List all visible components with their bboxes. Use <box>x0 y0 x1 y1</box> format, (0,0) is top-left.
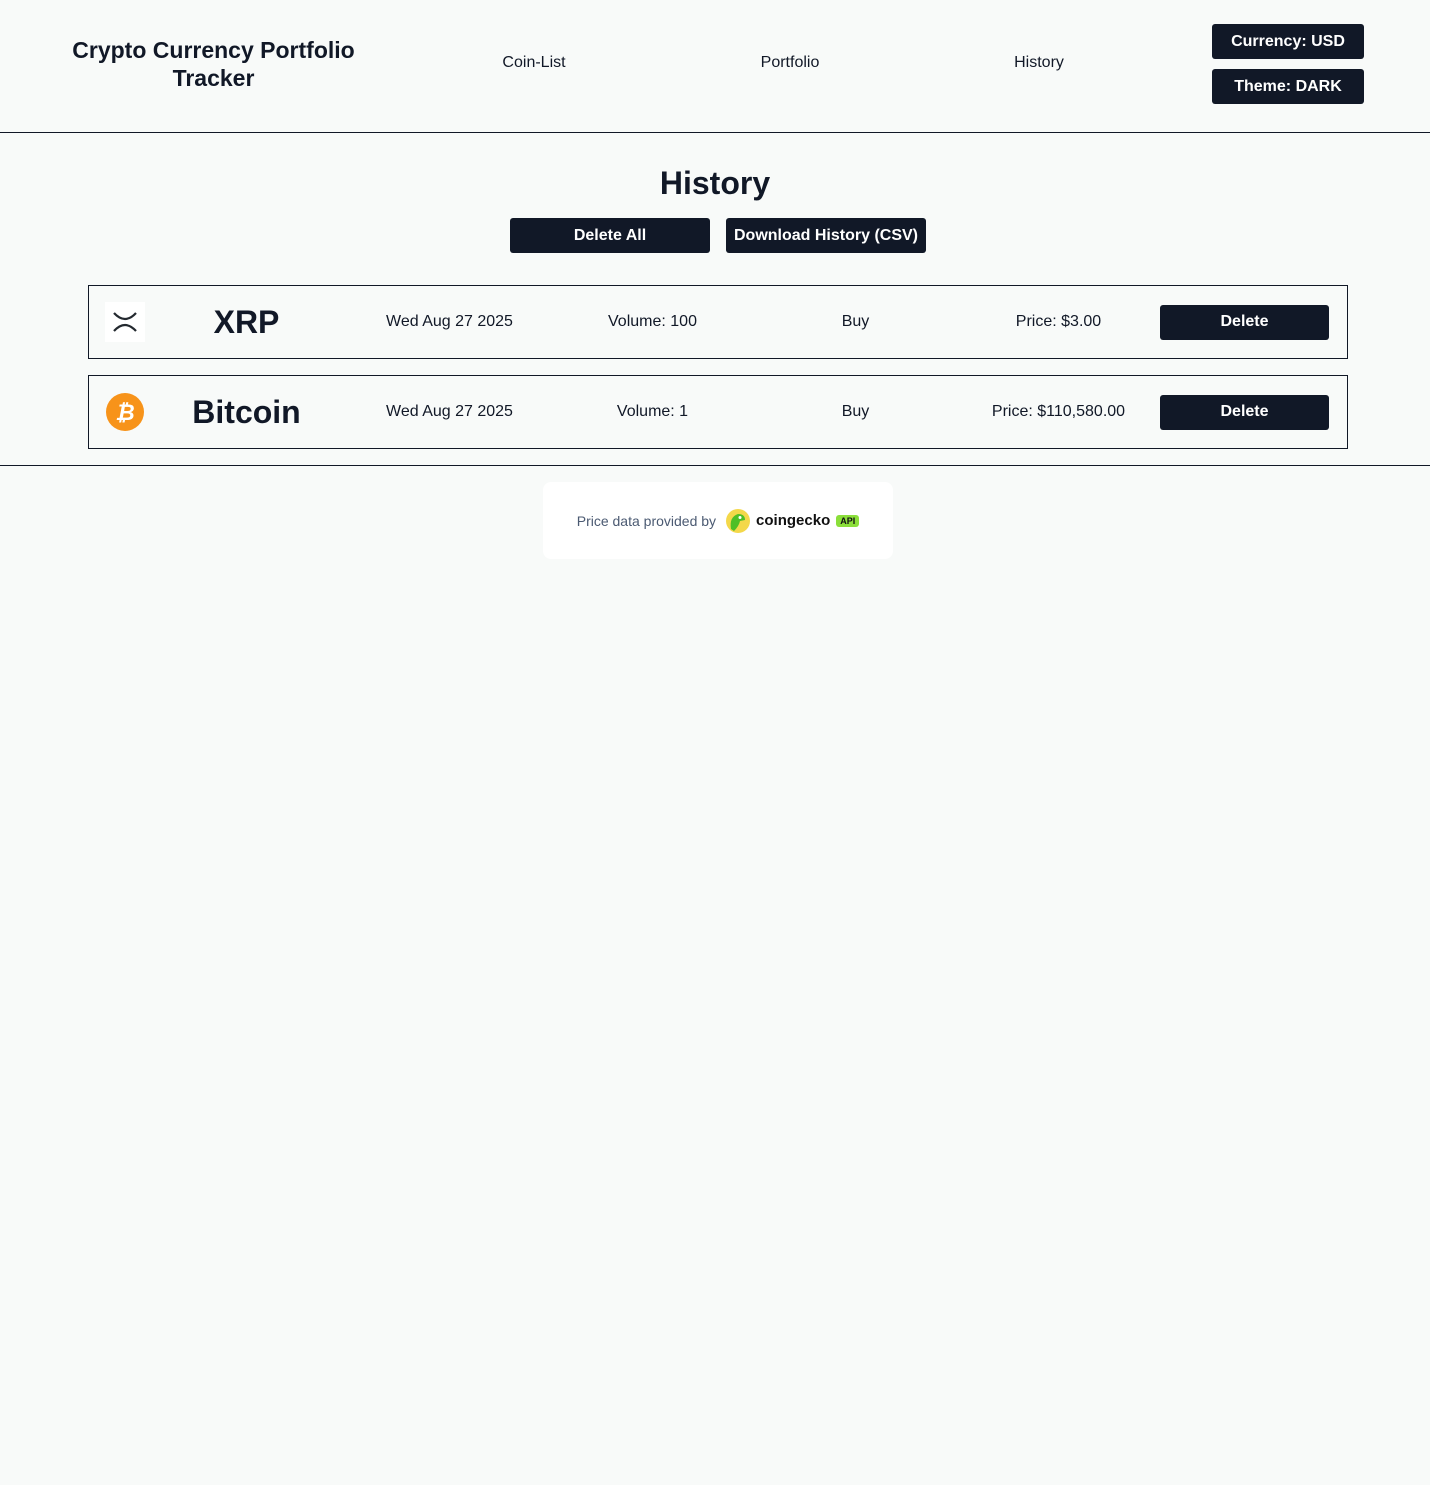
header: Crypto Currency Portfolio Tracker Coin-L… <box>0 0 1430 133</box>
api-badge: API <box>836 514 860 527</box>
nav-history[interactable]: History <box>1014 54 1064 72</box>
date: Wed Aug 27 2025 <box>386 313 513 330</box>
bitcoin-icon: ₿ <box>105 392 145 432</box>
delete-button[interactable]: Delete <box>1160 304 1329 340</box>
coin-name: Bitcoin <box>192 393 301 430</box>
currency-button[interactable]: Currency: USD <box>1212 24 1364 59</box>
download-csv-button[interactable]: Download History (CSV) <box>726 218 926 253</box>
page-title: History <box>659 165 771 201</box>
history-row: ₿ Bitcoin Wed Aug 27 2025 Volume: 1 Buy … <box>88 375 1348 449</box>
svg-text:₿: ₿ <box>115 400 134 425</box>
history-actions: Delete All Download History (CSV) <box>510 218 926 253</box>
coin-name: XRP <box>213 303 280 340</box>
coingecko-attribution[interactable]: Price data provided by coingecko API <box>543 482 893 559</box>
price: Price: $110,580.00 <box>991 403 1126 420</box>
gecko-icon <box>726 508 751 533</box>
volume: Volume: 100 <box>608 313 697 330</box>
transaction-type: Buy <box>841 313 870 330</box>
nav-portfolio[interactable]: Portfolio <box>761 54 820 72</box>
divider <box>0 465 1430 466</box>
history-row: XRP Wed Aug 27 2025 Volume: 100 Buy Pric… <box>88 285 1348 359</box>
xrp-icon <box>105 302 145 342</box>
nav-coin-list[interactable]: Coin-List <box>502 54 565 72</box>
price: Price: $3.00 <box>1015 313 1102 330</box>
attribution-text: Price data provided by <box>576 512 717 529</box>
delete-all-button[interactable]: Delete All <box>510 218 710 253</box>
transaction-type: Buy <box>841 403 870 420</box>
date: Wed Aug 27 2025 <box>386 403 513 420</box>
delete-button[interactable]: Delete <box>1160 394 1329 430</box>
coingecko-logo: coingecko API <box>726 508 860 533</box>
app-title: Crypto Currency Portfolio Tracker <box>72 37 355 91</box>
theme-button[interactable]: Theme: DARK <box>1212 69 1364 104</box>
volume: Volume: 1 <box>616 403 689 420</box>
